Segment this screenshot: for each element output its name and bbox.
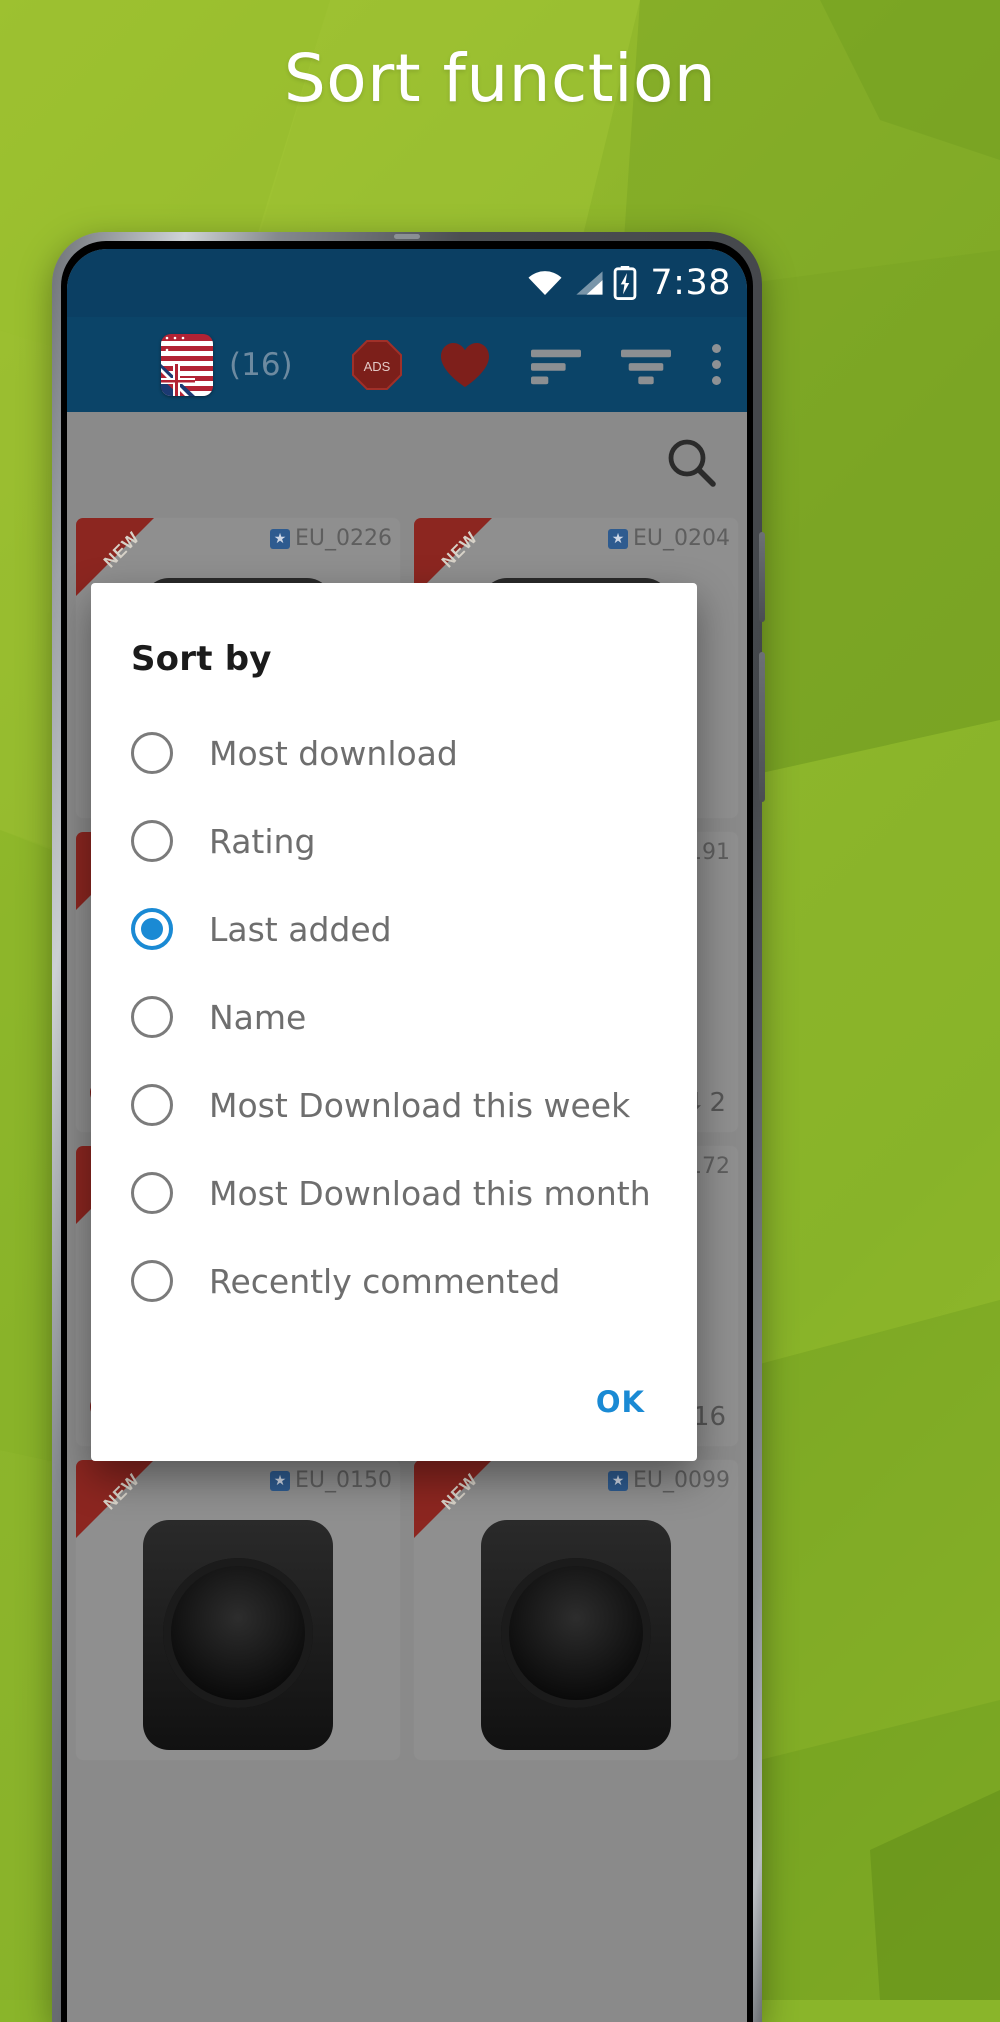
- sort-option-last-added[interactable]: Last added: [91, 885, 697, 973]
- radio-button-icon[interactable]: [131, 820, 173, 862]
- sort-option-recently-commented[interactable]: Recently commented: [91, 1237, 697, 1325]
- sort-options-list: Most download Rating Last added Name Mos…: [91, 679, 697, 1325]
- radio-button-icon[interactable]: [131, 1172, 173, 1214]
- status-bar: 7:38: [67, 249, 747, 317]
- heart-icon[interactable]: [439, 341, 491, 389]
- cell-signal-icon: [572, 269, 604, 297]
- radio-button-icon[interactable]: [131, 1084, 173, 1126]
- sort-option-most-download-week[interactable]: Most Download this week: [91, 1061, 697, 1149]
- ads-stop-icon[interactable]: ADS: [351, 339, 403, 391]
- wifi-icon: [527, 269, 563, 297]
- battery-charging-icon: [613, 266, 637, 300]
- dialog-actions: OK: [91, 1325, 697, 1449]
- radio-button-selected-icon[interactable]: [131, 908, 173, 950]
- sort-option-name[interactable]: Name: [91, 973, 697, 1061]
- hamburger-menu-icon[interactable]: [89, 345, 135, 385]
- status-clock: 7:38: [650, 263, 731, 303]
- language-count-label: (16): [229, 346, 293, 383]
- sort-option-rating[interactable]: Rating: [91, 797, 697, 885]
- overflow-menu-icon[interactable]: [707, 344, 725, 385]
- dialog-title: Sort by: [131, 639, 272, 679]
- radio-button-icon[interactable]: [131, 1260, 173, 1302]
- sort-icon[interactable]: [531, 345, 581, 385]
- sort-option-label: Most Download this month: [209, 1173, 651, 1213]
- sort-option-label: Recently commented: [209, 1261, 561, 1301]
- ok-button[interactable]: OK: [586, 1377, 655, 1427]
- page-title: Sort function: [283, 40, 717, 117]
- sort-dialog: Sort by Most download Rating Last added …: [91, 583, 697, 1461]
- sort-option-most-download[interactable]: Most download: [91, 709, 697, 797]
- sort-option-most-download-month[interactable]: Most Download this month: [91, 1149, 697, 1237]
- sort-option-label: Last added: [209, 909, 392, 949]
- sort-option-label: Most Download this week: [209, 1085, 631, 1125]
- sort-option-label: Most download: [209, 733, 458, 773]
- phone-volume-button: [759, 652, 765, 802]
- sort-option-label: Rating: [209, 821, 316, 861]
- radio-button-icon[interactable]: [131, 996, 173, 1038]
- app-toolbar: (16) ADS: [67, 317, 747, 412]
- phone-side-button: [759, 532, 765, 622]
- filter-icon[interactable]: [621, 345, 671, 385]
- svg-text:ADS: ADS: [364, 359, 391, 374]
- radio-button-icon[interactable]: [131, 732, 173, 774]
- sort-option-label: Name: [209, 997, 307, 1037]
- uk-us-flag-icon[interactable]: [161, 333, 213, 396]
